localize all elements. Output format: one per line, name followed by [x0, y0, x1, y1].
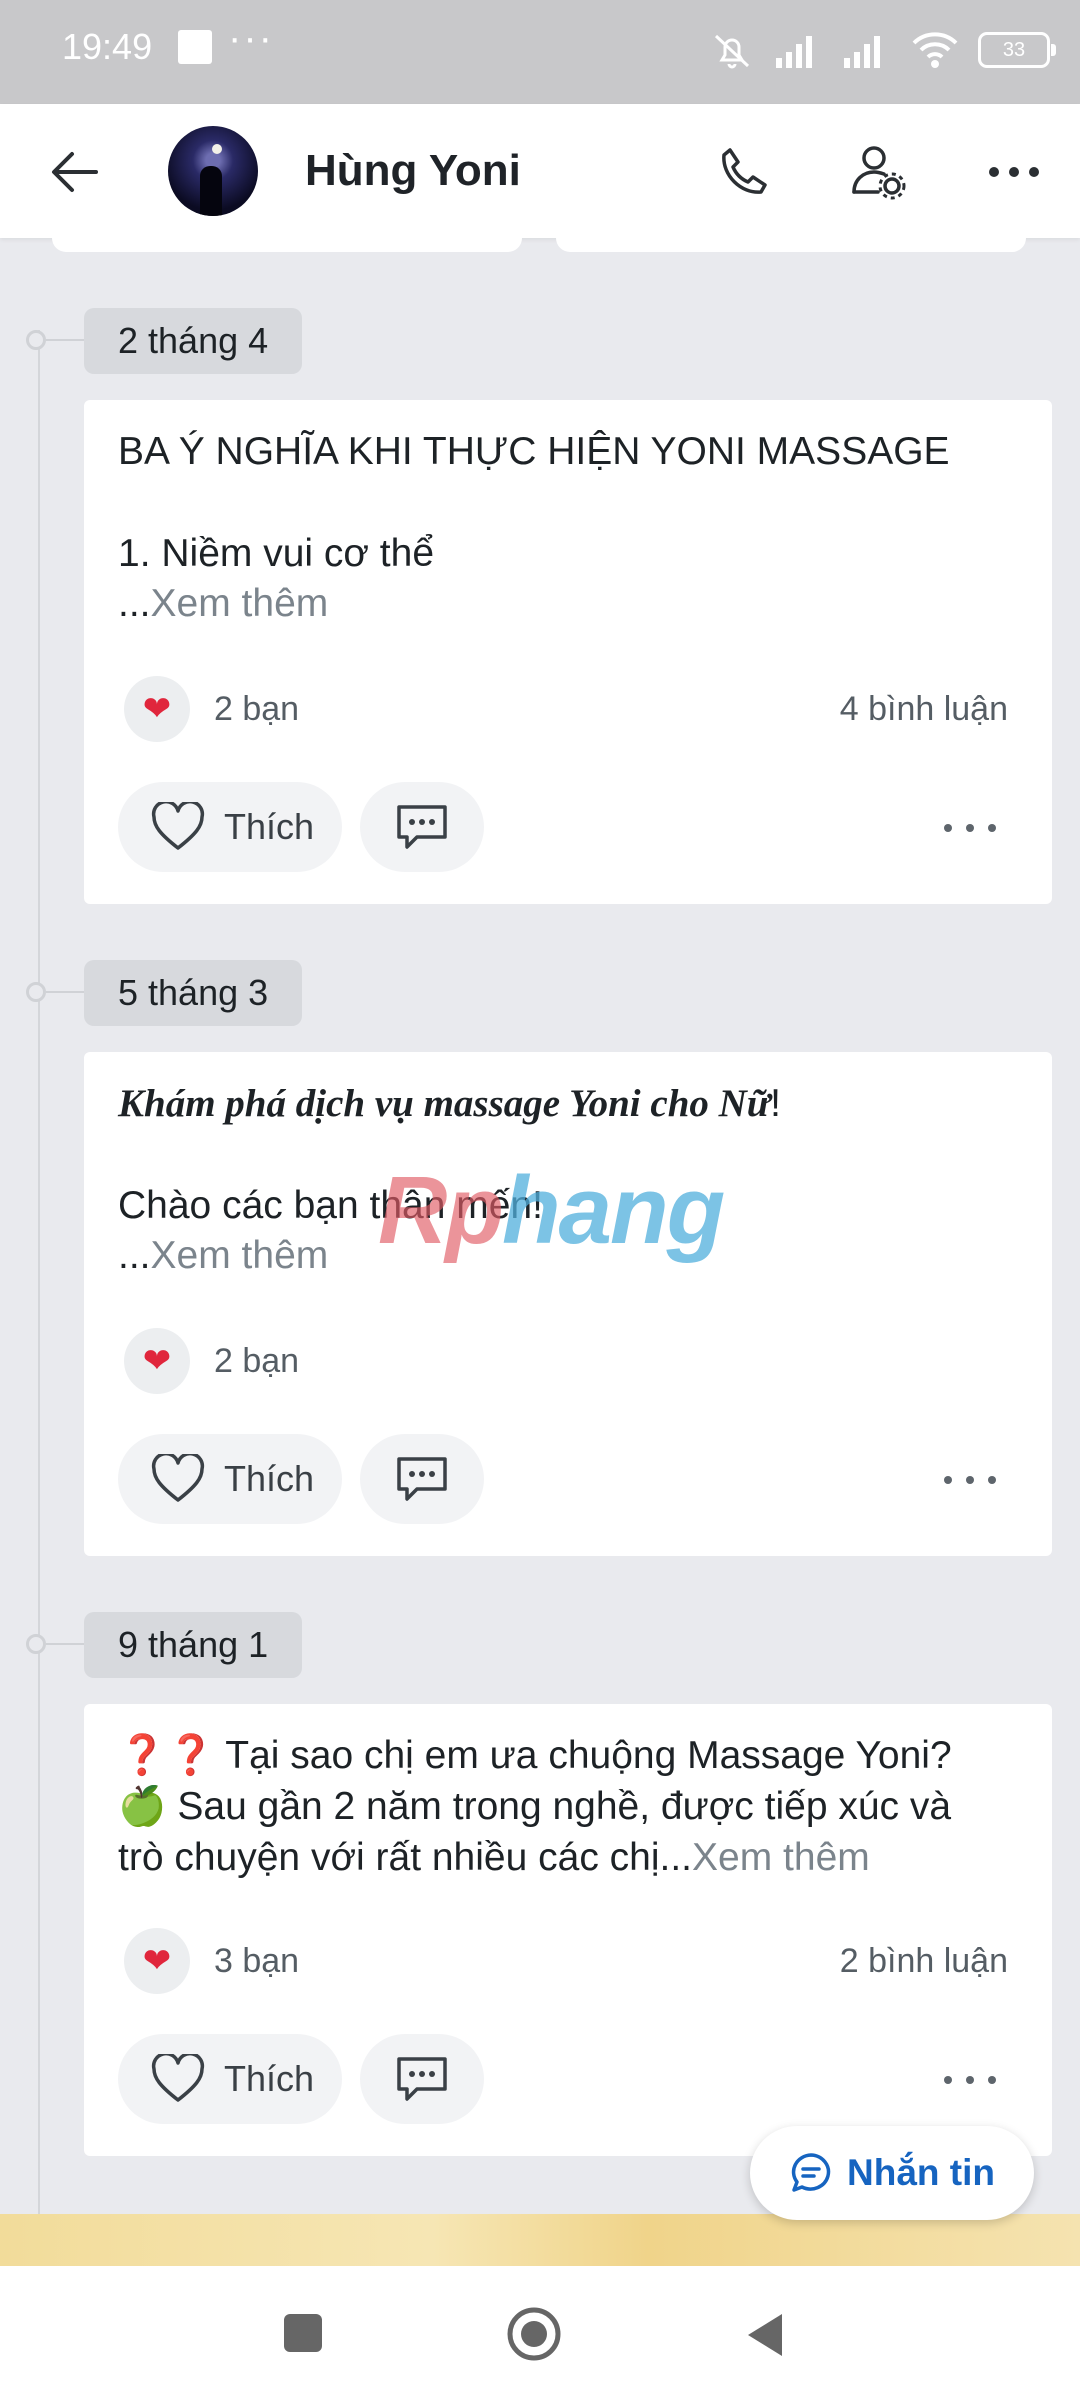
like-label: Thích — [224, 806, 315, 847]
timeline-node — [26, 1634, 46, 1654]
timeline-connector — [46, 991, 84, 993]
like-label: Thích — [224, 2058, 315, 2099]
post-see-more-line: ...Xem thêm — [118, 582, 329, 625]
timeline-line — [38, 330, 40, 2264]
comment-icon — [397, 805, 447, 849]
post-title-text: Khám phá dịch vụ massage Yoni cho Nữ — [118, 1082, 771, 1125]
like-label: Thích — [224, 1458, 315, 1499]
timeline-connector — [46, 1643, 84, 1645]
reaction-count[interactable]: 3 bạn — [214, 1942, 299, 1981]
post-more-icon[interactable] — [940, 1470, 1000, 1490]
previous-card-stub — [556, 238, 1026, 252]
heart-outline-icon — [151, 2054, 205, 2102]
comment-icon — [397, 1457, 447, 1501]
post-more-icon[interactable] — [940, 2070, 1000, 2090]
post-title: ❓❓ Tại sao chị em ưa chuộng Massage Yoni… — [118, 1734, 952, 1777]
comment-count[interactable]: 2 bình luận — [840, 1942, 1008, 1981]
more-notifications-icon: ··· — [228, 16, 274, 60]
timeline-node — [26, 982, 46, 1002]
comment-icon — [397, 2057, 447, 2101]
system-nav-bar — [0, 2266, 1080, 2400]
comment-button[interactable] — [360, 1434, 484, 1524]
battery-icon: 33 — [978, 32, 1056, 68]
next-post-image-preview — [0, 2214, 1080, 2266]
mute-bell-icon — [714, 34, 750, 69]
post-text: Chào các bạn thân mến! — [118, 1184, 543, 1227]
reaction-count[interactable]: 2 bạn — [214, 690, 299, 729]
post-card[interactable]: BA Ý NGHĨA KHI THỰC HIỆN YONI MASSAGE 1.… — [84, 400, 1052, 904]
see-more-link[interactable]: Xem thêm — [151, 1234, 329, 1277]
post-title: BA Ý NGHĨA KHI THỰC HIỆN YONI MASSAGE — [118, 430, 950, 473]
comment-count[interactable]: 4 bình luận — [840, 690, 1008, 729]
see-more-link[interactable]: Xem thêm — [151, 582, 329, 625]
heart-outline-icon — [151, 1454, 205, 1502]
notification-icon — [178, 30, 212, 64]
comment-button[interactable] — [360, 782, 484, 872]
post-card[interactable]: ❓❓ Tại sao chị em ưa chuộng Massage Yoni… — [84, 1704, 1052, 2156]
see-more-link[interactable]: Xem thêm — [692, 1836, 870, 1879]
message-button[interactable]: Nhắn tin — [750, 2126, 1034, 2220]
post-title-suffix: ! — [770, 1082, 782, 1125]
phone-icon[interactable] — [712, 140, 776, 204]
avatar[interactable] — [168, 126, 258, 216]
heart-reaction-icon[interactable]: ❤ — [124, 1328, 190, 1394]
wifi-icon — [912, 32, 958, 68]
like-button[interactable]: Thích — [118, 2034, 342, 2124]
recent-apps-icon[interactable] — [284, 2314, 322, 2352]
date-badge: 5 tháng 3 — [84, 960, 303, 1026]
date-badge: 9 tháng 1 — [84, 1612, 303, 1678]
post-text-line3: trò chuyện với rất nhiều các chị...Xem t… — [118, 1836, 870, 1879]
post-text: 1. Niềm vui cơ thể — [118, 532, 435, 575]
chat-bubble-icon — [791, 2153, 831, 2192]
contact-name[interactable]: Hùng Yoni — [305, 146, 521, 196]
previous-card-stub — [52, 238, 522, 252]
timeline-node — [26, 330, 46, 350]
heart-outline-icon — [151, 802, 205, 850]
signal-icon-2 — [844, 36, 880, 68]
post-see-more-line: ...Xem thêm — [118, 1234, 329, 1277]
post-title: Khám phá dịch vụ massage Yoni cho Nữ! — [118, 1078, 1018, 1129]
timeline-connector — [46, 339, 84, 341]
chat-header: Hùng Yoni — [0, 104, 1080, 238]
message-button-label: Nhắn tin — [847, 2152, 995, 2193]
status-bar: 19:49 ··· 33 — [0, 0, 1080, 104]
user-settings-icon[interactable] — [846, 140, 910, 204]
like-button[interactable]: Thích — [118, 1434, 342, 1524]
more-options-icon[interactable] — [982, 140, 1046, 204]
heart-reaction-icon[interactable]: ❤ — [124, 1928, 190, 1994]
date-badge: 2 tháng 4 — [84, 308, 303, 374]
post-text: 🍏 Sau gần 2 năm trong nghề, được tiếp xú… — [118, 1785, 952, 1828]
comment-button[interactable] — [360, 2034, 484, 2124]
reaction-count[interactable]: 2 bạn — [214, 1342, 299, 1381]
heart-reaction-icon[interactable]: ❤ — [124, 676, 190, 742]
signal-icon — [776, 36, 812, 68]
status-time: 19:49 — [62, 26, 153, 67]
post-card[interactable]: Khám phá dịch vụ massage Yoni cho Nữ! Ch… — [84, 1052, 1052, 1556]
home-icon[interactable] — [506, 2306, 562, 2362]
like-button[interactable]: Thích — [118, 782, 342, 872]
post-more-icon[interactable] — [940, 818, 1000, 838]
back-arrow-icon[interactable] — [46, 142, 106, 202]
system-back-icon[interactable] — [742, 2310, 788, 2360]
